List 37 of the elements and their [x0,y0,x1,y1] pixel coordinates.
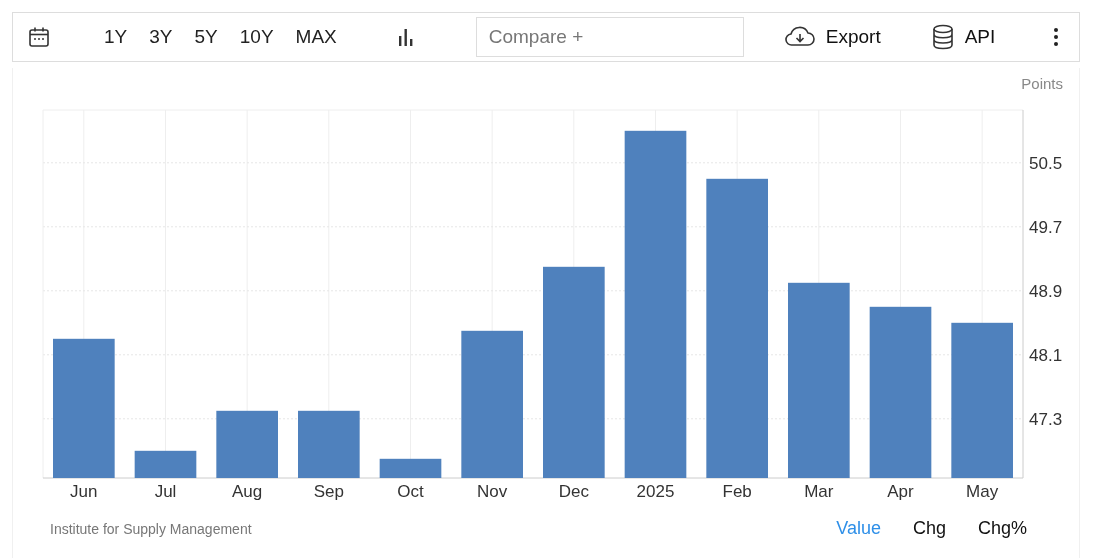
bar [216,410,278,478]
x-tick-label: Mar [804,482,834,501]
x-tick-label: Sep [313,482,344,501]
compare-field[interactable]: Compare + [475,17,744,57]
x-tick-label: Apr [887,482,914,501]
bar [134,450,197,478]
y-tick-label: 47.3 [1029,409,1063,429]
y-tick-label: 48.1 [1029,345,1063,365]
x-tick-label: Dec [558,482,589,501]
y-tick-label: 49.7 [1029,217,1063,237]
y-tick-label: 48.9 [1029,281,1063,301]
view-tab[interactable]: Chg [898,518,960,539]
range-button[interactable]: 10Y [228,26,285,48]
x-tick-label: Nov [477,482,508,501]
view-tab[interactable]: Chg% [963,518,1041,539]
range-button[interactable]: 5Y [183,26,229,48]
bar [298,410,360,478]
range-button[interactable]: 3Y [138,26,184,48]
x-tick-label: Feb [722,482,752,501]
source-text: Institute for Supply Management [50,520,252,537]
bar [379,458,442,478]
export-button[interactable]: Export [783,25,881,49]
x-tick-label: Oct [397,482,424,501]
x-tick-label: Jul [154,482,177,501]
x-tick-label: 2025 [636,482,675,501]
x-tick-label: May [966,482,999,501]
range-button[interactable]: 1Y [95,26,139,48]
more-icon[interactable] [1053,27,1059,47]
api-button[interactable]: API [930,24,996,50]
cloud-download-icon [783,25,816,49]
unit-label: Points [1021,75,1063,92]
database-icon [930,24,955,50]
range-button[interactable]: MAX [284,26,348,48]
calendar-icon[interactable] [27,25,51,49]
x-tick-label: Jun [70,482,98,501]
x-tick-label: Aug [232,482,263,501]
y-tick-label: 50.5 [1029,153,1063,173]
